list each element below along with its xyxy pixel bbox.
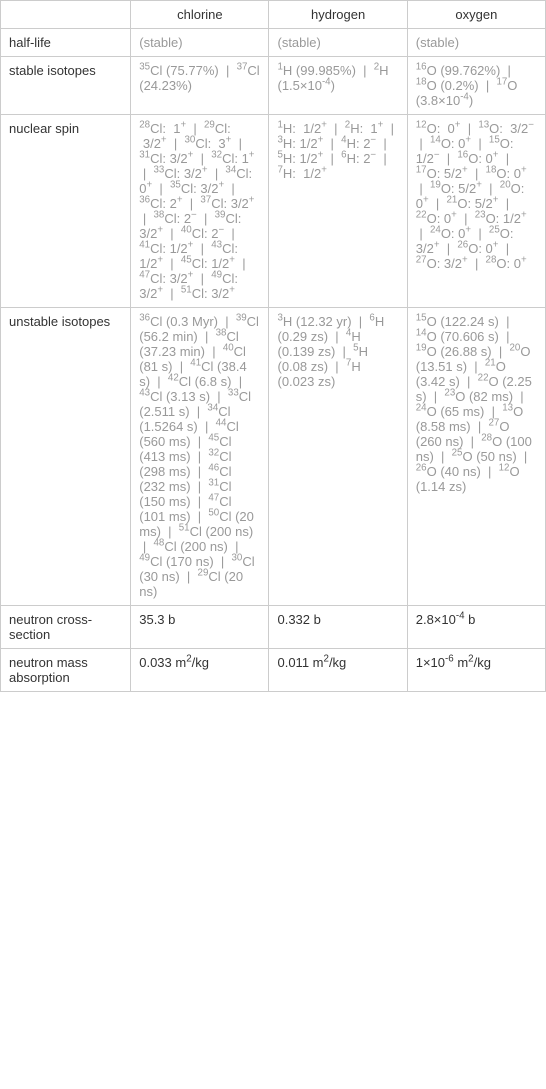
label-unstable-isotopes: unstable isotopes (1, 308, 131, 606)
mass-hydrogen: 0.011 m2/kg (269, 649, 407, 692)
label-neutron-mass-absorption: neutron mass absorption (1, 649, 131, 692)
unstable-oxygen: 15O (122.24 s) | 14O (70.606 s) | 19O (2… (407, 308, 545, 606)
isotope-properties-table: chlorine hydrogen oxygen half-life (stab… (0, 0, 546, 692)
row-half-life: half-life (stable) (stable) (stable) (1, 29, 546, 57)
unstable-hydrogen: 3H (12.32 yr) | 6H (0.29 zs) | 4H (0.139… (269, 308, 407, 606)
halflife-oxygen: (stable) (407, 29, 545, 57)
row-unstable-isotopes: unstable isotopes 36Cl (0.3 Myr) | 39Cl … (1, 308, 546, 606)
label-stable-isotopes: stable isotopes (1, 57, 131, 115)
spin-oxygen: 12O: 0+ | 13O: 3/2− | 14O: 0+ | 15O: 1/2… (407, 115, 545, 308)
stable-hydrogen: 1H (99.985%) | 2H (1.5×10-4) (269, 57, 407, 115)
cross-chlorine: 35.3 b (131, 606, 269, 649)
header-hydrogen: hydrogen (269, 1, 407, 29)
mass-oxygen: 1×10-6 m2/kg (407, 649, 545, 692)
label-neutron-cross-section: neutron cross-section (1, 606, 131, 649)
header-row: chlorine hydrogen oxygen (1, 1, 546, 29)
cross-oxygen: 2.8×10-4 b (407, 606, 545, 649)
spin-hydrogen: 1H: 1/2+ | 2H: 1+ | 3H: 1/2+ | 4H: 2− | … (269, 115, 407, 308)
stable-oxygen: 16O (99.762%) | 18O (0.2%) | 17O (3.8×10… (407, 57, 545, 115)
header-chlorine: chlorine (131, 1, 269, 29)
stable-chlorine: 35Cl (75.77%) | 37Cl (24.23%) (131, 57, 269, 115)
row-nuclear-spin: nuclear spin 28Cl: 1+ | 29Cl: 3/2+ | 30C… (1, 115, 546, 308)
unstable-chlorine: 36Cl (0.3 Myr) | 39Cl (56.2 min) | 38Cl … (131, 308, 269, 606)
header-oxygen: oxygen (407, 1, 545, 29)
row-neutron-cross-section: neutron cross-section 35.3 b 0.332 b 2.8… (1, 606, 546, 649)
halflife-hydrogen: (stable) (269, 29, 407, 57)
spin-chlorine: 28Cl: 1+ | 29Cl: 3/2+ | 30Cl: 3+ | 31Cl:… (131, 115, 269, 308)
header-blank (1, 1, 131, 29)
mass-chlorine: 0.033 m2/kg (131, 649, 269, 692)
cross-hydrogen: 0.332 b (269, 606, 407, 649)
label-nuclear-spin: nuclear spin (1, 115, 131, 308)
row-neutron-mass-absorption: neutron mass absorption 0.033 m2/kg 0.01… (1, 649, 546, 692)
label-half-life: half-life (1, 29, 131, 57)
row-stable-isotopes: stable isotopes 35Cl (75.77%) | 37Cl (24… (1, 57, 546, 115)
halflife-chlorine: (stable) (131, 29, 269, 57)
